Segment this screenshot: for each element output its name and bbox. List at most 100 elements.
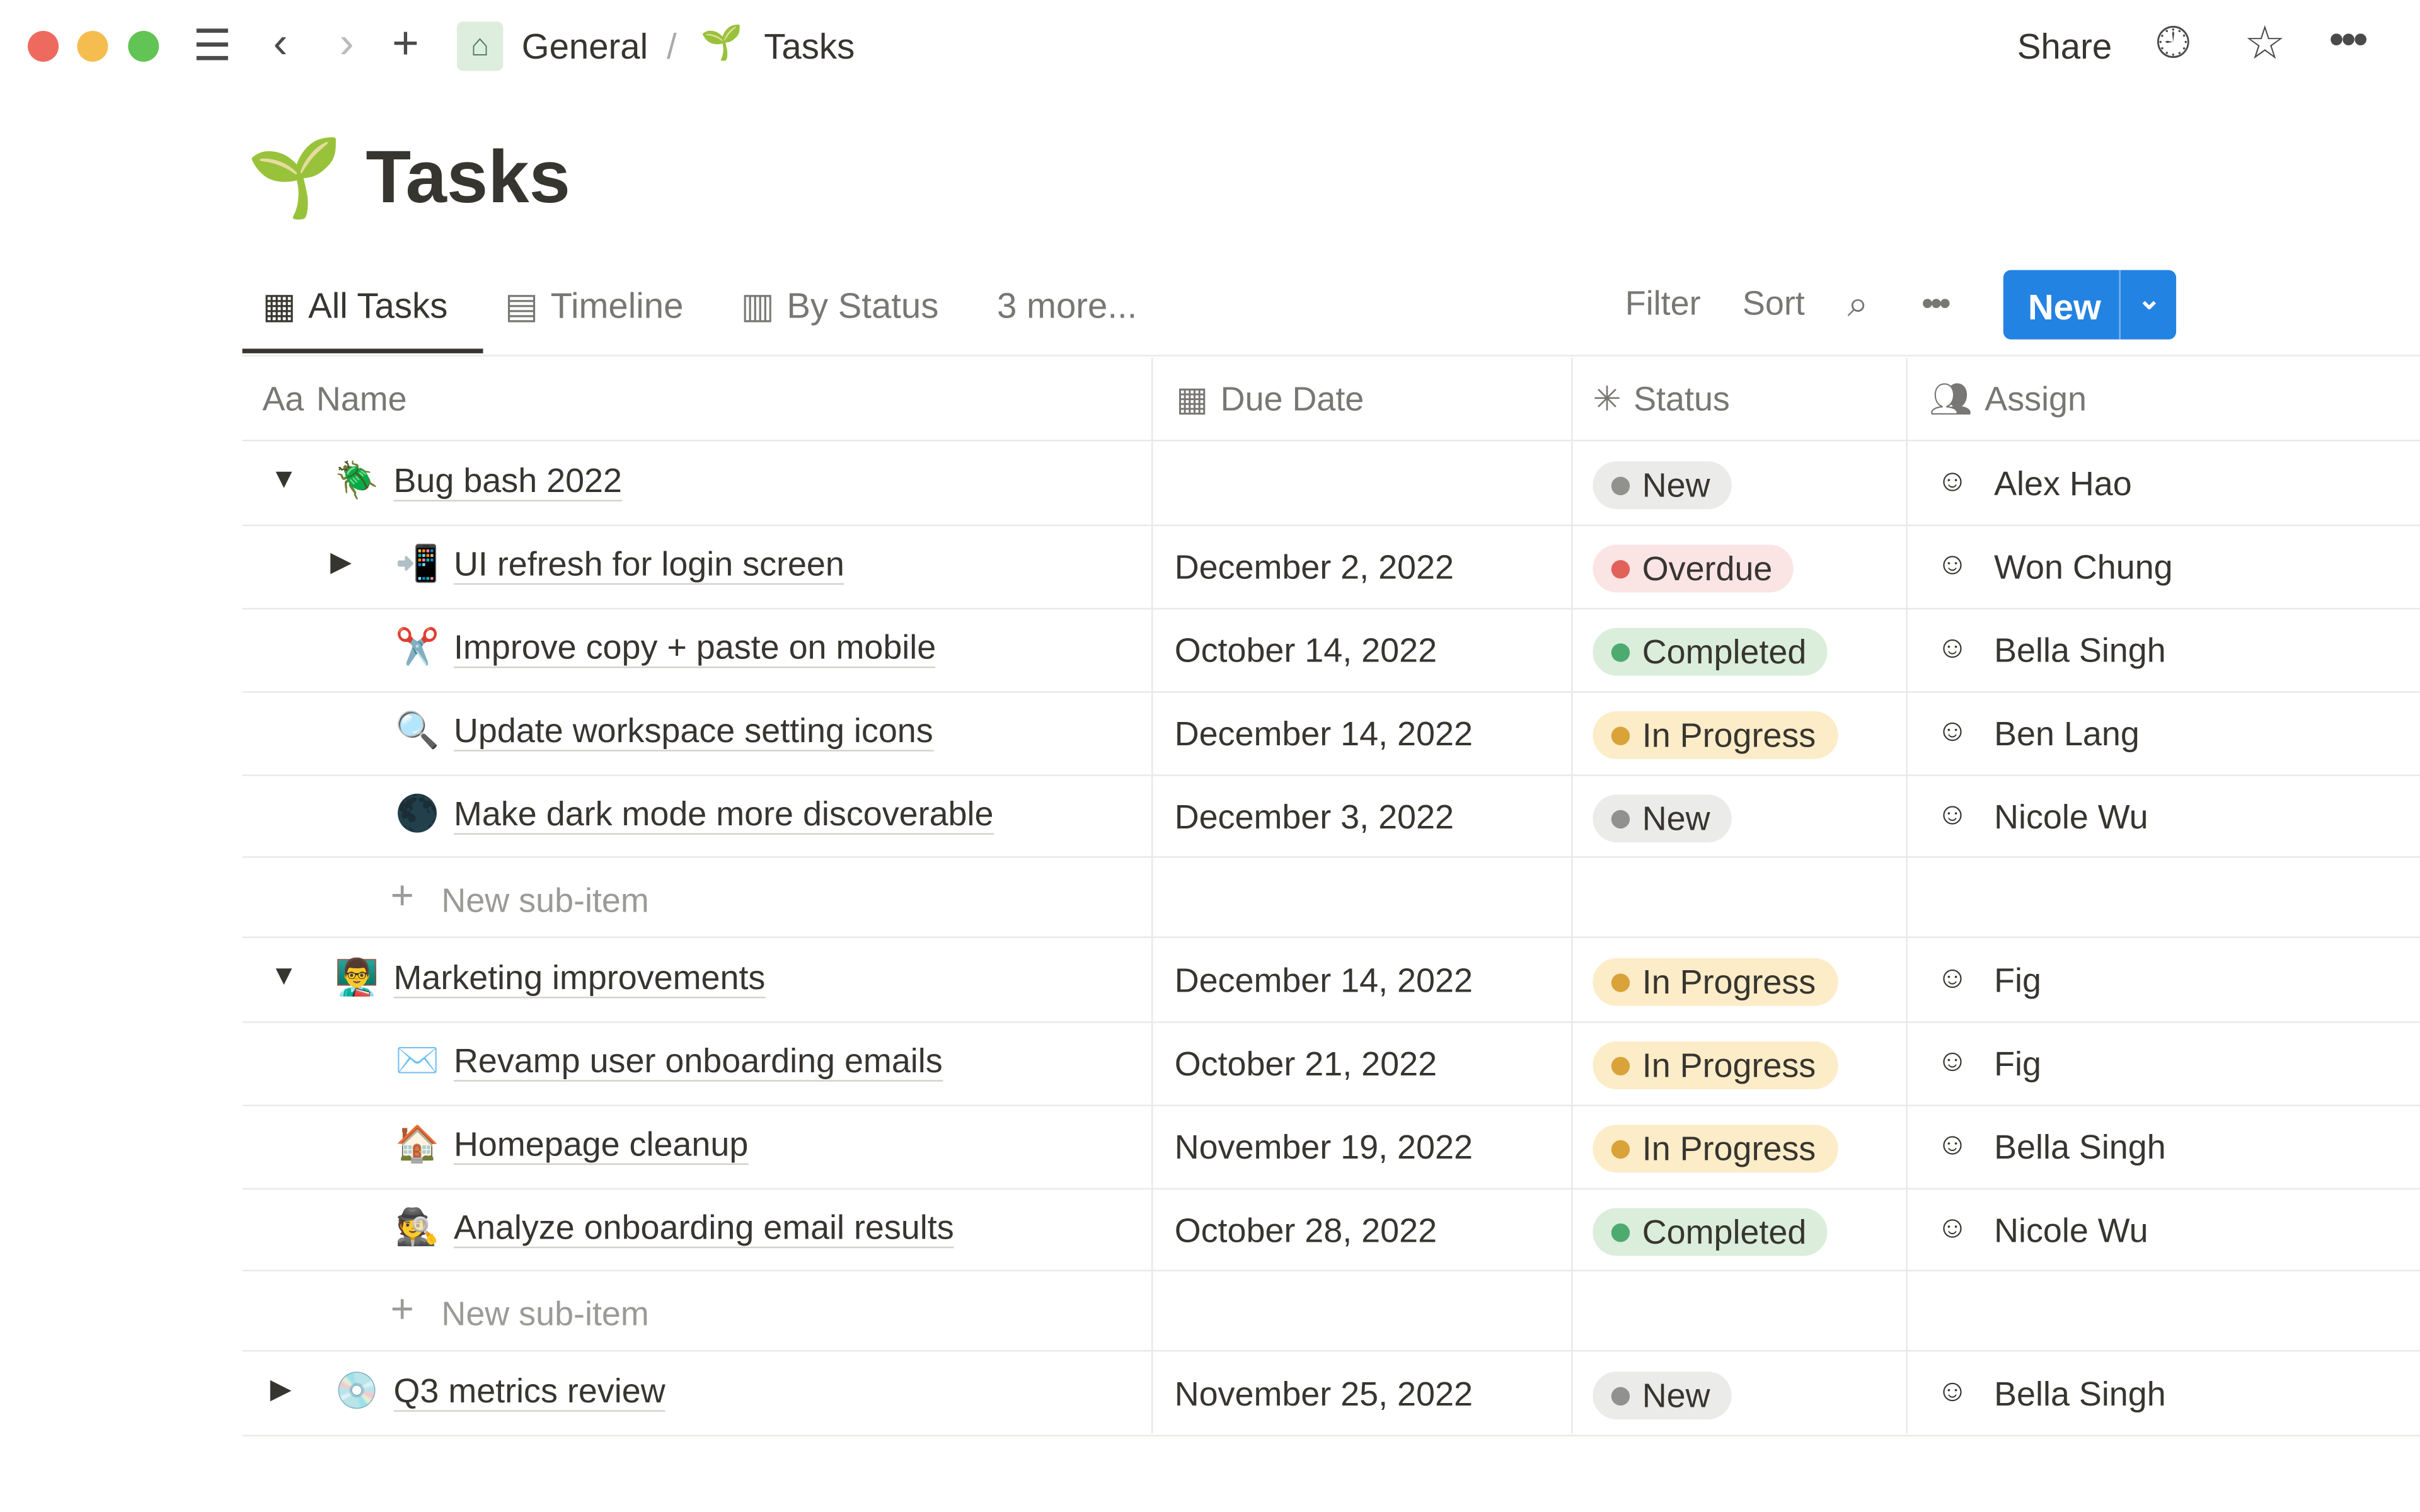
- task-name-link[interactable]: Analyze onboarding email results: [454, 1210, 954, 1249]
- column-header-name[interactable]: Aa Name: [262, 379, 406, 420]
- caret-right-icon[interactable]: ▶: [330, 546, 352, 578]
- star-icon[interactable]: ☆: [2244, 17, 2286, 71]
- task-name-link[interactable]: Make dark mode more discoverable: [454, 797, 994, 835]
- page-emoji-icon: 🌑: [395, 793, 440, 833]
- more-views-button[interactable]: 3 more...: [997, 285, 1137, 327]
- share-button[interactable]: Share: [2017, 26, 2112, 68]
- task-name-link[interactable]: Marketing improvements: [393, 961, 766, 999]
- caret-right-icon[interactable]: ▶: [270, 1373, 292, 1406]
- avatar: ☺: [1936, 1044, 1968, 1079]
- task-name-link[interactable]: Bug bash 2022: [393, 464, 623, 501]
- text-property-icon: Aa: [262, 379, 304, 418]
- table-row[interactable]: 🏠 Homepage cleanup November 19, 2022 In Pro…: [242, 1106, 2420, 1189]
- status-badge[interactable]: In Progress: [1593, 1125, 1838, 1173]
- timeline-icon: ▤: [504, 285, 539, 326]
- due-date-cell[interactable]: November 25, 2022: [1175, 1375, 1473, 1415]
- avatar: ☺: [1936, 547, 1968, 582]
- status-badge[interactable]: New: [1593, 461, 1732, 510]
- active-tab-indicator: [242, 348, 483, 353]
- table-row[interactable]: ✂️ Improve copy + paste on mobile October …: [242, 609, 2420, 692]
- status-badge[interactable]: Completed: [1593, 627, 1828, 676]
- task-name-link[interactable]: Homepage cleanup: [454, 1127, 749, 1165]
- status-badge[interactable]: In Progress: [1593, 1041, 1838, 1089]
- due-date-cell[interactable]: December 2, 2022: [1175, 547, 1454, 588]
- assignee-name[interactable]: Alex Hao: [1994, 464, 2132, 505]
- back-icon[interactable]: ‹: [273, 18, 287, 67]
- task-name-link[interactable]: Improve copy + paste on mobile: [454, 630, 936, 668]
- table-row[interactable]: ▶ 📲 UI refresh for login screen December 2,…: [242, 526, 2420, 609]
- page-title: Tasks: [366, 137, 571, 219]
- more-icon[interactable]: •••: [2329, 15, 2368, 64]
- due-date-cell[interactable]: December 3, 2022: [1175, 798, 1454, 838]
- status-badge[interactable]: New: [1593, 1372, 1732, 1420]
- table-row[interactable]: ▼ 🪲 Bug bash 2022 New ☺ Alex Hao: [242, 443, 2420, 526]
- page-emoji-icon: ✉️: [395, 1040, 440, 1080]
- status-badge[interactable]: Completed: [1593, 1208, 1828, 1256]
- new-sub-item-button[interactable]: + New sub-item: [242, 859, 2420, 942]
- avatar: ☺: [1936, 798, 1968, 832]
- page-emoji-icon: 📲: [395, 543, 440, 583]
- assignee-name[interactable]: Fig: [1994, 961, 2041, 1002]
- filter-button[interactable]: Filter: [1625, 284, 1701, 324]
- table-row[interactable]: ▼ 👨‍🏫 Marketing improvements December 14, 2…: [242, 939, 2420, 1022]
- due-date-cell[interactable]: December 14, 2022: [1175, 714, 1473, 755]
- caret-down-icon[interactable]: ▼: [270, 959, 298, 992]
- plus-icon: +: [390, 871, 414, 919]
- due-date-cell[interactable]: December 14, 2022: [1175, 961, 1473, 1002]
- table-row[interactable]: ✉️ Revamp user onboarding emails October 2…: [242, 1023, 2420, 1106]
- seedling-icon: 🌱: [700, 23, 743, 62]
- due-date-cell[interactable]: October 21, 2022: [1175, 1045, 1437, 1085]
- due-date-cell[interactable]: October 28, 2022: [1175, 1211, 1437, 1251]
- breadcrumb-separator: /: [666, 26, 677, 67]
- breadcrumb-tasks[interactable]: Tasks: [764, 26, 855, 68]
- history-icon[interactable]: 🕘︎: [2156, 18, 2190, 69]
- tab-by-status[interactable]: ▥ By Status: [741, 285, 939, 327]
- avatar: ☺: [1936, 631, 1968, 665]
- column-header-assign[interactable]: 👥︎ Assign: [1929, 379, 2087, 420]
- search-icon[interactable]: ⌕: [1847, 284, 1868, 328]
- forward-icon[interactable]: ›: [340, 18, 354, 67]
- task-name-link[interactable]: Q3 metrics review: [393, 1374, 666, 1412]
- sort-button[interactable]: Sort: [1743, 284, 1805, 324]
- assignee-name[interactable]: Bella Singh: [1994, 1375, 2166, 1415]
- assignee-name[interactable]: Fig: [1994, 1045, 2041, 1085]
- tab-all-tasks[interactable]: ▦ All Tasks: [262, 285, 447, 327]
- new-button[interactable]: New ⌄: [2003, 270, 2177, 340]
- column-header-due-date[interactable]: ▦ Due Date: [1176, 379, 1364, 420]
- status-badge[interactable]: New: [1593, 794, 1732, 843]
- table-row[interactable]: 🔍 Update workspace setting icons December …: [242, 693, 2420, 776]
- task-name-link[interactable]: Revamp user onboarding emails: [454, 1044, 943, 1082]
- breadcrumb-general[interactable]: General: [522, 26, 648, 68]
- status-badge[interactable]: In Progress: [1593, 711, 1838, 759]
- more-options-icon[interactable]: •••: [1922, 284, 1951, 324]
- menu-icon[interactable]: ☰: [193, 20, 231, 71]
- new-sub-item-button[interactable]: + New sub-item: [242, 1273, 2420, 1356]
- assignee-name[interactable]: Ben Lang: [1994, 714, 2140, 755]
- avatar: ☺: [1936, 464, 1968, 499]
- table-row[interactable]: 🌑 Make dark mode more discoverable Decembe…: [242, 776, 2420, 859]
- tab-timeline[interactable]: ▤ Timeline: [505, 285, 684, 327]
- chevron-down-icon[interactable]: ⌄: [2138, 284, 2161, 316]
- assignee-name[interactable]: Bella Singh: [1994, 631, 2166, 672]
- task-name-link[interactable]: UI refresh for login screen: [454, 547, 844, 585]
- caret-down-icon[interactable]: ▼: [270, 463, 298, 495]
- page-emoji-icon: 💿: [335, 1370, 379, 1411]
- minimize-window-button[interactable]: [77, 30, 108, 62]
- assignee-name[interactable]: Won Chung: [1994, 547, 2173, 588]
- table-row[interactable]: 🕵️ Analyze onboarding email results Octobe…: [242, 1189, 2420, 1273]
- column-header-status[interactable]: ✳︎ Status: [1593, 379, 1730, 420]
- status-badge[interactable]: Overdue: [1593, 544, 1794, 593]
- table-row[interactable]: ▶ 💿 Q3 metrics review November 25, 2022 New ☺…: [242, 1353, 2420, 1436]
- task-name-link[interactable]: Update workspace setting icons: [454, 714, 933, 752]
- due-date-cell[interactable]: October 14, 2022: [1175, 631, 1437, 672]
- board-icon: ▥: [740, 285, 775, 326]
- assignee-name[interactable]: Nicole Wu: [1994, 798, 2148, 838]
- close-window-button[interactable]: [28, 30, 59, 62]
- status-badge[interactable]: In Progress: [1593, 958, 1838, 1006]
- maximize-window-button[interactable]: [128, 30, 159, 62]
- assignee-name[interactable]: Bella Singh: [1994, 1128, 2166, 1168]
- plus-icon[interactable]: +: [392, 18, 419, 71]
- due-date-cell[interactable]: November 19, 2022: [1175, 1128, 1473, 1168]
- assignee-name[interactable]: Nicole Wu: [1994, 1211, 2148, 1251]
- house-icon: ⌂: [456, 21, 504, 71]
